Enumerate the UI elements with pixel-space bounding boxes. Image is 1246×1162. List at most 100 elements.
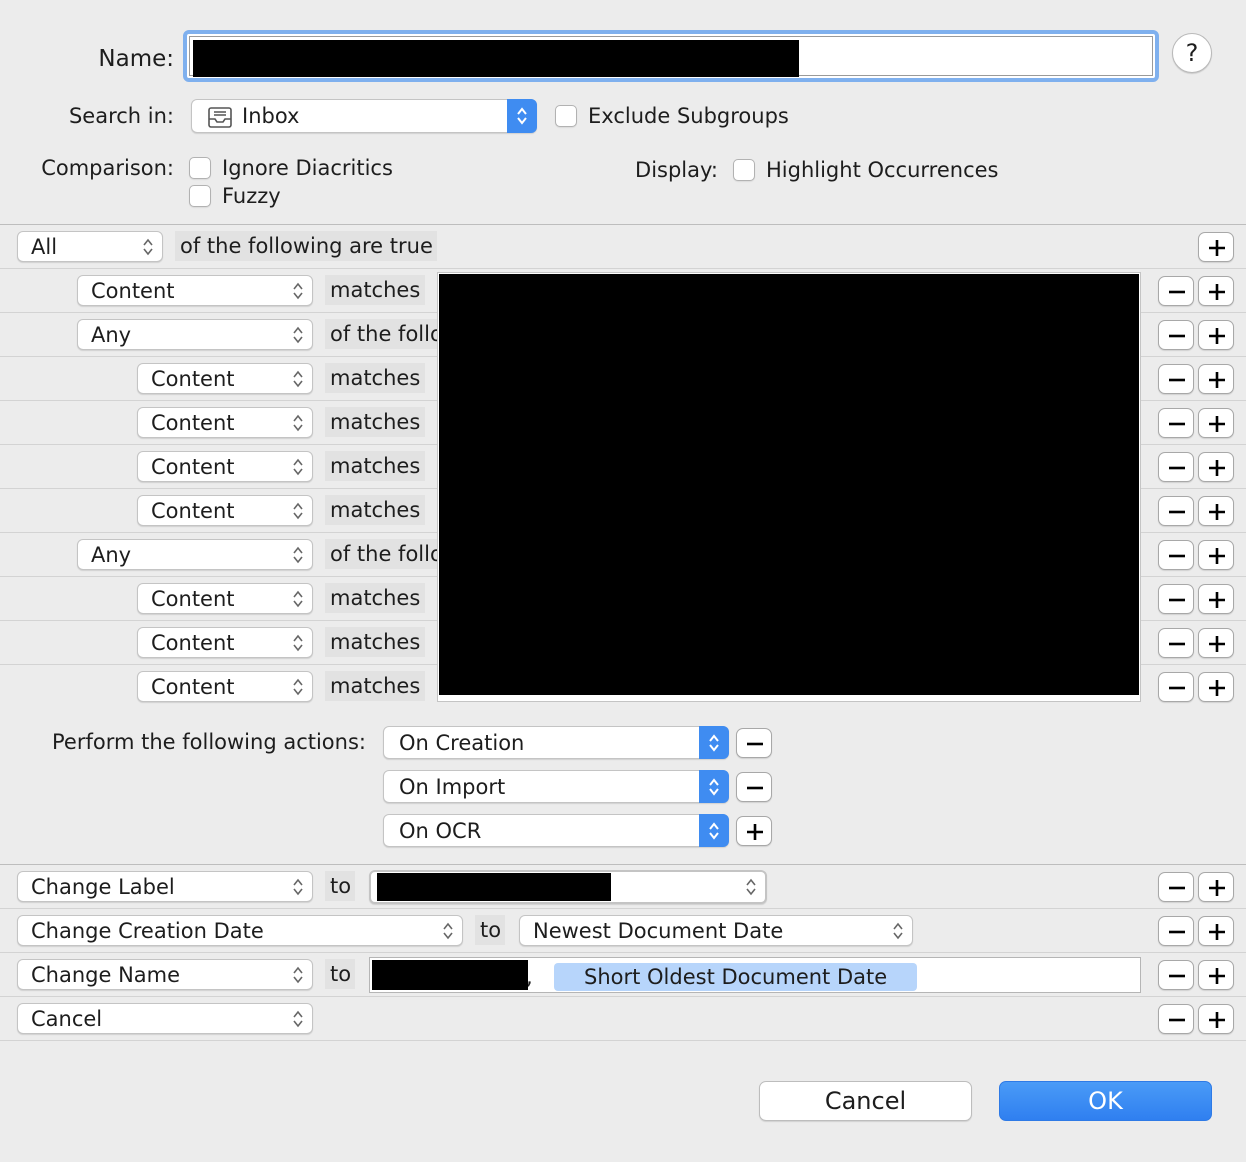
popup-arrows-icon [293,678,303,695]
remove-criterion-button[interactable] [1158,276,1194,306]
add-criterion-button[interactable] [1198,364,1234,394]
trigger-value: On OCR [399,819,482,843]
popup-stepper-icon [507,99,537,133]
minus-icon [1169,466,1185,470]
remove-action-button[interactable] [1158,960,1194,990]
add-criterion-button[interactable] [1198,496,1234,526]
criterion-field-popup[interactable]: Content [137,363,313,394]
remove-criterion-button[interactable] [1158,672,1194,702]
criterion-field-popup[interactable]: Content [137,407,313,438]
minus-icon [1169,334,1185,338]
add-action-button[interactable] [1198,916,1234,946]
criterion-field-popup[interactable]: Content [137,451,313,482]
remove-trigger-button[interactable] [736,772,772,802]
date-token[interactable]: Short Oldest Document Date [554,963,918,991]
remove-criterion-button[interactable] [1158,364,1194,394]
criterion-field-popup[interactable]: Content [137,583,313,614]
trigger-popup[interactable]: On OCR [383,814,729,847]
plus-icon [1209,328,1225,344]
remove-criterion-button[interactable] [1158,540,1194,570]
criterion-operator: matches [325,363,425,393]
trigger-popup[interactable]: On Import [383,770,729,803]
minus-icon [1169,930,1185,934]
criterion-field-value: Any [91,323,132,347]
plus-icon [1209,1012,1225,1028]
plus-icon [1209,592,1225,608]
remove-criterion-button[interactable] [1158,408,1194,438]
cancel-button[interactable]: Cancel [759,1081,972,1121]
minus-icon [747,786,763,790]
action-value: Change Creation Date [31,919,264,943]
add-action-button[interactable] [1198,1004,1234,1034]
add-criterion-button[interactable] [1198,408,1234,438]
exclude-subgroups-checkbox[interactable] [555,105,577,127]
criterion-field-value: Content [151,367,235,391]
criterion-operator: matches [325,275,425,305]
criterion-field-popup[interactable]: Any [77,319,313,350]
criterion-field-popup[interactable]: Content [137,671,313,702]
add-criterion-button[interactable] [1198,276,1234,306]
popup-arrows-icon [293,590,303,607]
criterion-field-popup[interactable]: Content [137,627,313,658]
help-button[interactable]: ? [1172,33,1212,73]
root-quantifier-value: All [31,235,58,259]
action-popup[interactable]: Cancel [17,1003,313,1034]
popup-arrows-icon [293,634,303,651]
ok-button[interactable]: OK [999,1081,1212,1121]
remove-criterion-button[interactable] [1158,320,1194,350]
remove-criterion-button[interactable] [1158,628,1194,658]
plus-icon [1209,924,1225,940]
root-quantifier-popup[interactable]: All [17,231,163,262]
action-popup[interactable]: Change Label [17,871,313,902]
remove-action-button[interactable] [1158,916,1194,946]
add-criterion-button[interactable] [1198,672,1234,702]
label-value-popup[interactable] [369,870,767,904]
add-criterion-button[interactable] [1198,232,1234,262]
display-label: Display: [635,158,718,182]
add-criterion-button[interactable] [1198,320,1234,350]
date-value-popup[interactable]: Newest Document Date [519,915,913,946]
add-action-button[interactable] [1198,960,1234,990]
remove-criterion-button[interactable] [1158,584,1194,614]
fuzzy-checkbox[interactable] [189,185,211,207]
name-label: Name: [98,46,174,72]
action-popup[interactable]: Change Creation Date [17,915,463,946]
remove-criterion-button[interactable] [1158,452,1194,482]
add-criterion-button[interactable] [1198,452,1234,482]
to-label: to [325,871,355,901]
trigger-popup[interactable]: On Creation [383,726,729,759]
search-in-popup[interactable]: Inbox [191,99,537,133]
criterion-field-popup[interactable]: Content [77,275,313,306]
popup-arrows-icon [293,502,303,519]
add-trigger-button[interactable] [736,816,772,846]
ignore-diacritics-checkbox[interactable] [189,157,211,179]
popup-stepper-icon [699,726,729,759]
action-popup[interactable]: Change Name [17,959,313,990]
plus-icon [1209,680,1225,696]
remove-action-button[interactable] [1158,1004,1194,1034]
add-criterion-button[interactable] [1198,628,1234,658]
name-field[interactable] [183,30,1159,82]
criterion-field-value: Content [151,675,235,699]
search-in-label: Search in: [68,104,174,128]
highlight-occurrences-label: Highlight Occurrences [766,158,999,182]
remove-criterion-button[interactable] [1158,496,1194,526]
add-action-button[interactable] [1198,872,1234,902]
action-value: Change Label [31,875,175,899]
remove-trigger-button[interactable] [736,728,772,758]
ignore-diacritics-label: Ignore Diacritics [222,156,393,180]
popup-stepper-icon [699,814,729,847]
highlight-occurrences-checkbox[interactable] [733,159,755,181]
add-criterion-button[interactable] [1198,584,1234,614]
criterion-operator: of the following are true [325,319,443,349]
criterion-field-popup[interactable]: Content [137,495,313,526]
exclude-subgroups-label: Exclude Subgroups [588,104,789,128]
criterion-field-value: Content [151,455,235,479]
add-criterion-button[interactable] [1198,540,1234,570]
name-template-field[interactable]: , Short Oldest Document Date [369,957,1141,993]
remove-action-button[interactable] [1158,872,1194,902]
minus-icon [1169,290,1185,294]
criteria-values-field[interactable] [437,272,1141,702]
popup-arrows-icon [293,878,303,895]
criterion-field-popup[interactable]: Any [77,539,313,570]
